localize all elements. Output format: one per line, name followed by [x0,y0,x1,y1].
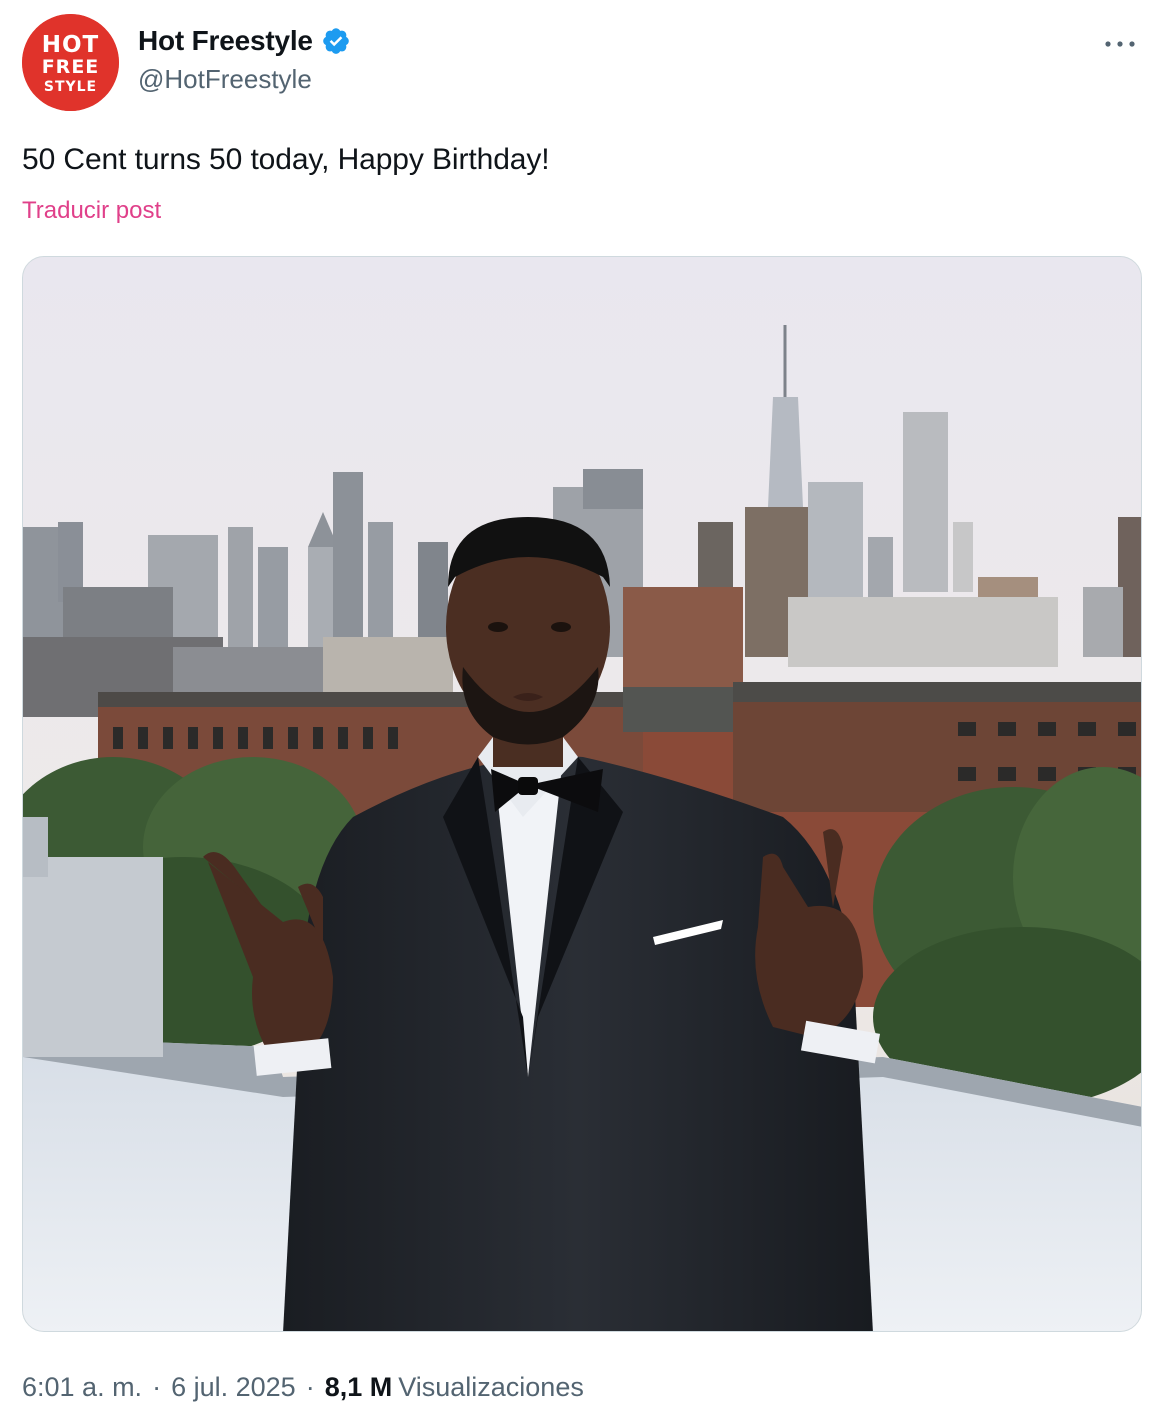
account-avatar[interactable]: HOT FREE STYLE [22,14,119,111]
logo-line-2: FREE [42,56,100,78]
post-text: 50 Cent turns 50 today, Happy Birthday! [22,143,550,176]
account-handle[interactable]: @HotFreestyle [138,64,351,95]
post-time[interactable]: 6:01 a. m. [22,1372,142,1403]
translate-post-link[interactable]: Traducir post [22,197,161,225]
post-photo[interactable] [22,256,1142,1332]
verified-badge-icon [321,26,351,56]
meta-separator-2: · [305,1372,315,1402]
post-date[interactable]: 6 jul. 2025 [171,1372,296,1403]
photo-man-in-tuxedo-on-rooftop [23,257,1141,1331]
account-names: Hot Freestyle @HotFreestyle [138,22,351,95]
more-options-button[interactable] [1102,32,1138,56]
more-horizontal-icon [1105,41,1135,47]
meta-separator: · [152,1372,162,1402]
logo-line-3: STYLE [44,79,97,95]
post-header: HOT FREE STYLE Hot Freestyle @HotFreesty… [22,14,1142,114]
views-label: Visualizaciones [398,1372,584,1402]
views-count[interactable]: 8,1 M [325,1372,393,1403]
post-meta: 6:01 a. m. · 6 jul. 2025 · 8,1 M Visuali… [22,1372,584,1403]
display-name[interactable]: Hot Freestyle [138,25,313,57]
logo-line-1: HOT [42,32,100,58]
display-name-row: Hot Freestyle [138,22,351,60]
hot-freestyle-logo: HOT FREE STYLE [22,14,119,111]
